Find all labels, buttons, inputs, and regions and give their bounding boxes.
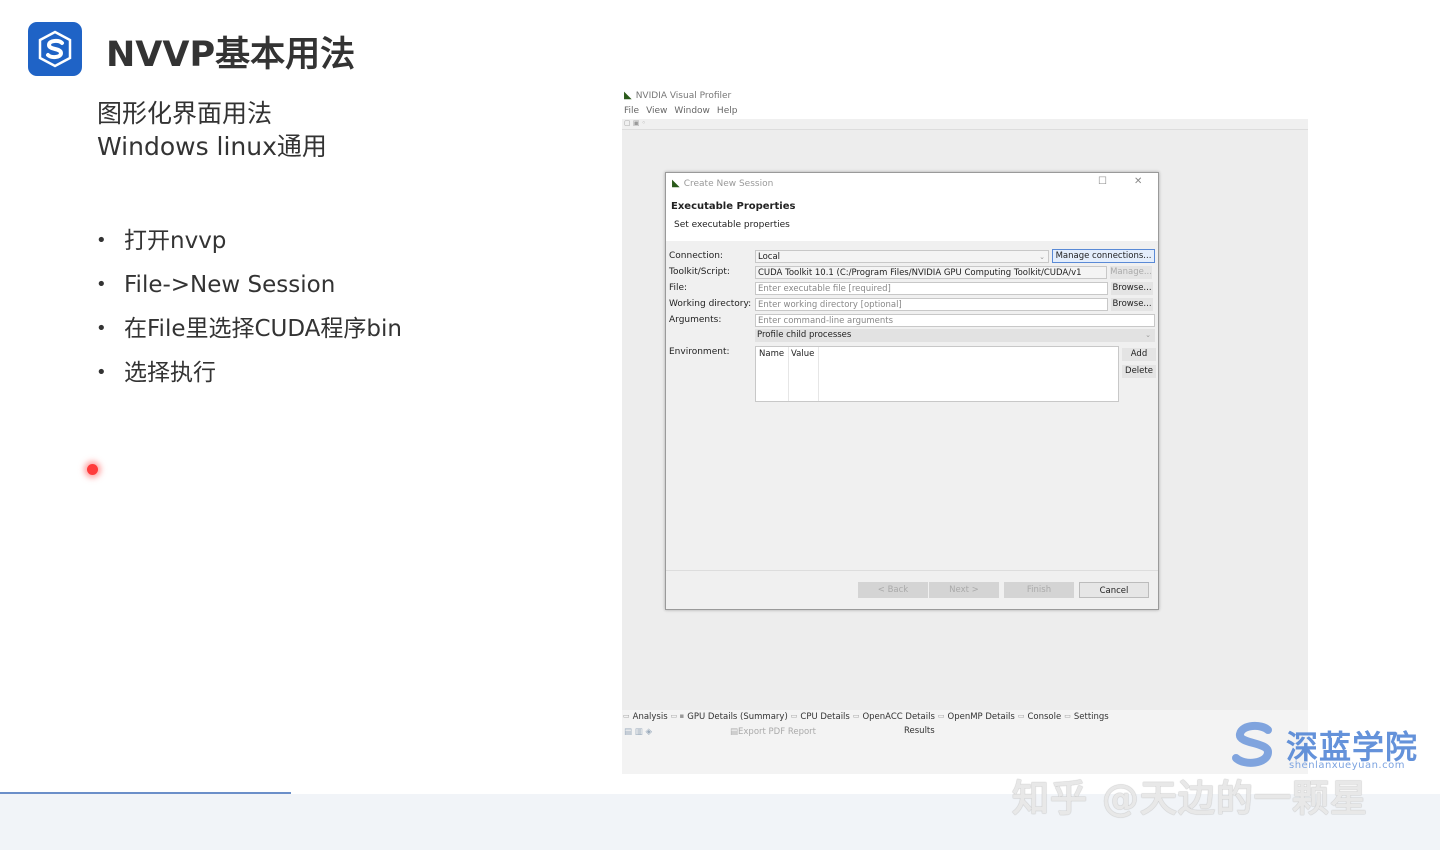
- nvvp-menubar: File View Window Help: [624, 106, 737, 116]
- dialog-titlebar: ◣ Create New Session: [672, 178, 773, 189]
- env-column-name: Name: [759, 349, 785, 359]
- back-button[interactable]: < Back: [858, 582, 928, 598]
- slide-title: NVVP基本用法: [106, 35, 356, 75]
- dialog-title: Create New Session: [683, 178, 774, 189]
- env-column-divider: [818, 347, 819, 401]
- create-session-dialog: ◣ Create New Session ☐ ✕ Executable Prop…: [665, 172, 1159, 610]
- tab-analysis[interactable]: Analysis: [631, 712, 670, 724]
- tab-icon: ▭ ▪: [670, 712, 685, 720]
- tab-icon: ▭: [937, 712, 945, 720]
- slide-logo: [28, 22, 82, 76]
- tab-openacc-details[interactable]: OpenACC Details: [860, 712, 936, 724]
- working-directory-input[interactable]: Enter working directory [optional]: [755, 298, 1108, 311]
- bullet-item: 在File里选择CUDA程序bin: [96, 314, 402, 358]
- tab-settings[interactable]: Settings: [1072, 712, 1111, 724]
- dialog-heading: Executable Properties: [671, 201, 796, 212]
- bullet-item: File->New Session: [96, 270, 402, 314]
- menu-file[interactable]: File: [624, 106, 639, 116]
- environment-label: Environment:: [669, 347, 730, 357]
- menu-help[interactable]: Help: [717, 106, 738, 116]
- env-add-button[interactable]: Add: [1122, 348, 1156, 361]
- working-directory-label: Working directory:: [669, 299, 752, 309]
- bullet-list: 打开nvvp File->New Session 在File里选择CUDA程序b…: [96, 226, 402, 402]
- dialog-header: ◣ Create New Session ☐ ✕ Executable Prop…: [666, 173, 1158, 241]
- file-input[interactable]: Enter executable file [required]: [755, 282, 1108, 295]
- tab-icon: ▭: [1064, 712, 1071, 720]
- menu-view[interactable]: View: [646, 106, 667, 116]
- env-column-divider: [788, 347, 789, 401]
- toolkit-select[interactable]: CUDA Toolkit 10.1 (C:/Program Files/NVID…: [755, 266, 1107, 279]
- zhihu-watermark: 知乎 @天边的一颗星: [1012, 777, 1368, 820]
- toolbar-icon[interactable]: ▢ ▣ ◦: [622, 119, 646, 127]
- profile-child-processes-select[interactable]: Profile child processes ⌄: [755, 329, 1155, 342]
- nvvp-toolbar: ▢ ▣ ◦: [622, 119, 1308, 130]
- maximize-icon[interactable]: ☐: [1098, 176, 1107, 187]
- tab-console[interactable]: Console: [1025, 712, 1063, 724]
- dialog-subheading: Set executable properties: [674, 220, 790, 230]
- laser-pointer-dot: [87, 464, 98, 475]
- nvvp-titlebar: ◣ NVIDIA Visual Profiler: [624, 90, 731, 101]
- connection-label: Connection:: [669, 251, 723, 261]
- bullet-item: 选择执行: [96, 358, 402, 402]
- arguments-label: Arguments:: [669, 315, 722, 325]
- cancel-button[interactable]: Cancel: [1079, 582, 1149, 598]
- tab-openmp-details[interactable]: OpenMP Details: [946, 712, 1017, 724]
- browse-file-button[interactable]: Browse...: [1111, 282, 1153, 295]
- nvidia-eye-icon: ◣: [624, 90, 632, 101]
- dialog-footer-divider: [666, 570, 1158, 571]
- results-label: Results: [904, 726, 935, 736]
- analysis-toolbar-icons[interactable]: ▤ ▥ ◈: [624, 727, 652, 737]
- manage-toolkit-button[interactable]: Manage...: [1110, 266, 1152, 279]
- tab-icon: ▭: [852, 712, 860, 720]
- finish-button[interactable]: Finish: [1004, 582, 1074, 598]
- menu-window[interactable]: Window: [674, 106, 710, 116]
- browse-directory-button[interactable]: Browse...: [1111, 298, 1153, 311]
- bullet-item: 打开nvvp: [96, 226, 402, 270]
- tab-gpu-details[interactable]: GPU Details (Summary): [685, 712, 790, 724]
- next-button[interactable]: Next >: [929, 582, 999, 598]
- nvvp-bottom-tabs: ▭ Analysis ▭ ▪ GPU Details (Summary) ▭ CPU …: [622, 712, 1111, 724]
- file-label: File:: [669, 283, 688, 293]
- arguments-input[interactable]: Enter command-line arguments: [755, 314, 1155, 327]
- nvvp-window-title: NVIDIA Visual Profiler: [635, 90, 732, 101]
- slide-footer-line: [0, 792, 291, 794]
- close-icon[interactable]: ✕: [1134, 176, 1142, 187]
- logo-s-icon: [38, 30, 72, 68]
- toolkit-label: Toolkit/Script:: [669, 267, 730, 277]
- tab-icon: ▭: [623, 712, 630, 720]
- env-column-value: Value: [791, 349, 815, 359]
- tab-icon: ▭: [1017, 712, 1025, 720]
- nvidia-eye-icon: ◣: [672, 178, 680, 189]
- environment-table[interactable]: Name Value: [755, 346, 1119, 402]
- tab-cpu-details[interactable]: CPU Details: [798, 712, 851, 724]
- tab-icon: ▭: [790, 712, 798, 720]
- manage-connections-button[interactable]: Manage connections...: [1052, 249, 1155, 263]
- slide-subtitle-2: Windows linux通用: [97, 132, 327, 161]
- pdf-icon: ▤: [730, 727, 739, 737]
- chevron-down-icon: ⌄: [1039, 253, 1045, 261]
- env-delete-button[interactable]: Delete: [1122, 365, 1156, 378]
- connection-select[interactable]: Local ⌄: [755, 250, 1049, 263]
- chevron-down-icon: ⌄: [1145, 331, 1151, 339]
- slide-subtitle-1: 图形化界面用法: [97, 99, 273, 128]
- shenlan-logo-icon: [1232, 721, 1273, 767]
- nvvp-analysis-toolbar: ▤ ▥ ◈ ▤Export PDF Report Results: [622, 726, 1308, 740]
- export-pdf-button[interactable]: ▤Export PDF Report: [730, 727, 816, 737]
